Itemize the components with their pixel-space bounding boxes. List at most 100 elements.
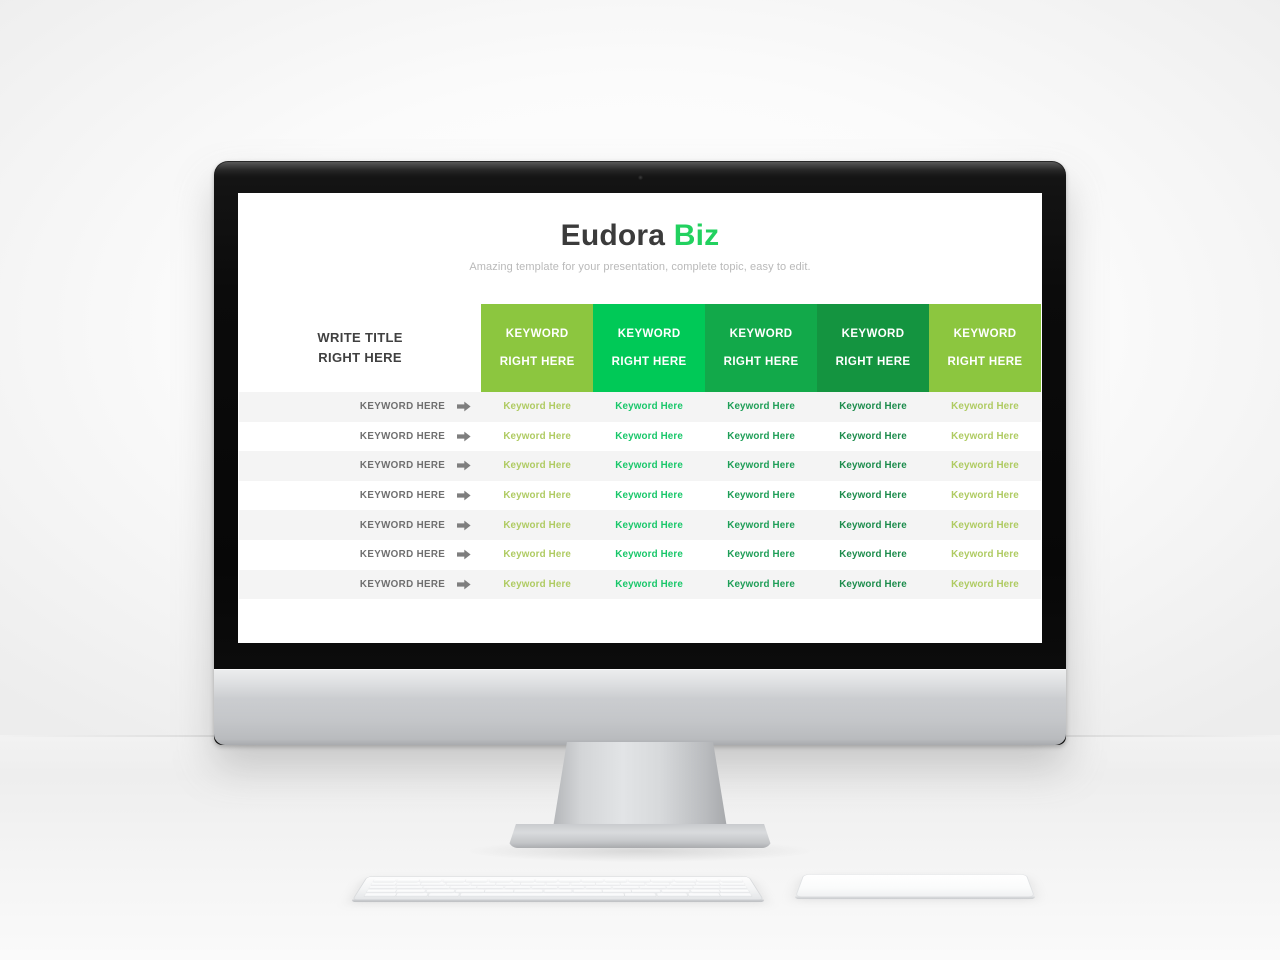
keyboard-key[interactable]: [366, 889, 396, 893]
keyboard-key[interactable]: [420, 882, 446, 886]
column-header-3-line1: KEYWORD: [729, 327, 793, 340]
keyboard-key[interactable]: [632, 889, 661, 893]
keyboard-row: [364, 893, 752, 897]
keyboard-key[interactable]: [484, 889, 514, 893]
keyboard-key[interactable]: [624, 893, 656, 897]
keyboard-key[interactable]: [604, 879, 627, 882]
keyboard-key[interactable]: [696, 879, 720, 882]
keyboard-key[interactable]: [670, 882, 696, 886]
keyboard-key[interactable]: [531, 886, 558, 889]
keyboard-key[interactable]: [719, 879, 744, 882]
corner-title-line2: RIGHT HERE: [318, 350, 402, 365]
keyboard-key[interactable]: [535, 879, 558, 882]
keyboard-key[interactable]: [419, 879, 443, 882]
keyboard-key[interactable]: [581, 879, 604, 882]
table-cell: Keyword Here: [817, 421, 930, 452]
keyboard-key[interactable]: [602, 889, 632, 893]
table-cell: Keyword Here: [817, 451, 930, 481]
table-row[interactable]: KEYWORD HERE Keyword Here Keyword Here Keyw…: [239, 421, 1041, 452]
column-header-4[interactable]: KEYWORD RIGHT HERE: [817, 304, 930, 392]
trackpad-surface[interactable]: [795, 874, 1035, 897]
keyboard-key[interactable]: [571, 882, 595, 886]
keyboard-key[interactable]: [442, 879, 466, 882]
keyboard-key[interactable]: [395, 882, 421, 886]
keyboard-key[interactable]: [620, 882, 645, 886]
keyboard-key[interactable]: [627, 879, 651, 882]
keyboard-key[interactable]: [688, 893, 720, 897]
keyboard-key[interactable]: [719, 893, 752, 897]
table-cell: Keyword Here: [481, 421, 594, 452]
keyboard-key[interactable]: [585, 886, 612, 889]
keyboard-key[interactable]: [460, 893, 624, 897]
keyboard-key[interactable]: [465, 879, 489, 882]
table-row[interactable]: KEYWORD HERE Keyword Here Keyword Here Keyw…: [239, 480, 1041, 511]
column-header-2[interactable]: KEYWORD RIGHT HERE: [593, 304, 706, 392]
arrow-right-icon: [457, 520, 471, 531]
keyboard-key[interactable]: [514, 889, 543, 893]
keyboard-key[interactable]: [720, 882, 746, 886]
table-cell: Keyword Here: [929, 392, 1041, 422]
keyboard-key[interactable]: [496, 882, 520, 886]
keyboard-key[interactable]: [656, 893, 688, 897]
keyboard-key[interactable]: [446, 882, 471, 886]
keyboard-key[interactable]: [695, 882, 721, 886]
keyboard-key[interactable]: [504, 886, 531, 889]
keyboard-key[interactable]: [521, 882, 545, 886]
keyboard-key[interactable]: [558, 886, 585, 889]
keyboard-key[interactable]: [666, 886, 694, 889]
table-cell: Keyword Here: [705, 569, 818, 600]
keyboard-key[interactable]: [650, 879, 674, 882]
keyboard-key[interactable]: [455, 889, 484, 893]
table-cell: Keyword Here: [593, 392, 706, 422]
keyboard-key[interactable]: [396, 889, 426, 893]
column-header-5[interactable]: KEYWORD RIGHT HERE: [929, 304, 1041, 392]
keyboard-key[interactable]: [558, 879, 581, 882]
keyboard-key[interactable]: [720, 886, 748, 889]
keyboard-key[interactable]: [661, 889, 691, 893]
keyboard-key[interactable]: [396, 893, 428, 897]
table-row[interactable]: KEYWORD HERE Keyword Here Keyword Here Keyw…: [239, 569, 1041, 600]
keyboard-key[interactable]: [364, 893, 397, 897]
keyboard-key[interactable]: [425, 889, 455, 893]
keyboard-key[interactable]: [596, 882, 620, 886]
column-header-1[interactable]: KEYWORD RIGHT HERE: [481, 304, 594, 392]
title-main: Eudora: [560, 219, 674, 252]
keyboard-key[interactable]: [639, 886, 666, 889]
table-cell: Keyword Here: [817, 569, 930, 600]
arrow-right-icon: [457, 401, 471, 412]
keyboard-key[interactable]: [673, 879, 697, 882]
keyboard-key[interactable]: [720, 889, 750, 893]
monitor-screen[interactable]: Eudora Biz Amazing template for your pre…: [238, 193, 1042, 643]
table-row[interactable]: KEYWORD HERE Keyword Here Keyword Here Keyw…: [239, 510, 1041, 540]
keyboard-key[interactable]: [690, 889, 720, 893]
keyboard-key[interactable]: [477, 886, 504, 889]
keyboard-key[interactable]: [396, 879, 420, 882]
keyboard-key[interactable]: [693, 886, 721, 889]
keyboard-key[interactable]: [612, 886, 639, 889]
table-cell: Keyword Here: [929, 421, 1041, 452]
keyboard-key[interactable]: [512, 879, 535, 882]
bezel-gloss: [215, 162, 1065, 175]
keyboard-key[interactable]: [368, 886, 396, 889]
row-label-cell: KEYWORD HERE: [239, 480, 482, 511]
keyboard-key[interactable]: [395, 886, 423, 889]
keyboard-key[interactable]: [450, 886, 477, 889]
keyboard-key[interactable]: [370, 882, 396, 886]
keyboard-key[interactable]: [428, 893, 460, 897]
table-row[interactable]: KEYWORD HERE Keyword Here Keyword Here Keyw…: [239, 451, 1041, 481]
keyboard-key[interactable]: [573, 889, 602, 893]
table-cell: Keyword Here: [705, 392, 818, 422]
keyboard[interactable]: [350, 876, 766, 903]
column-header-3[interactable]: KEYWORD RIGHT HERE: [705, 304, 818, 392]
keyboard-key[interactable]: [471, 882, 496, 886]
trackpad[interactable]: [794, 874, 1036, 900]
keyboard-key[interactable]: [645, 882, 670, 886]
keyboard-key[interactable]: [372, 879, 397, 882]
keyboard-key[interactable]: [546, 882, 570, 886]
table-row[interactable]: KEYWORD HERE Keyword Here Keyword Here Keyw…: [239, 392, 1041, 422]
keyboard-key[interactable]: [422, 886, 450, 889]
keyboard-key[interactable]: [489, 879, 512, 882]
webcam-icon: [637, 175, 643, 180]
table-row[interactable]: KEYWORD HERE Keyword Here Keyword Here Keyw…: [239, 539, 1041, 570]
keyboard-key[interactable]: [543, 889, 573, 893]
